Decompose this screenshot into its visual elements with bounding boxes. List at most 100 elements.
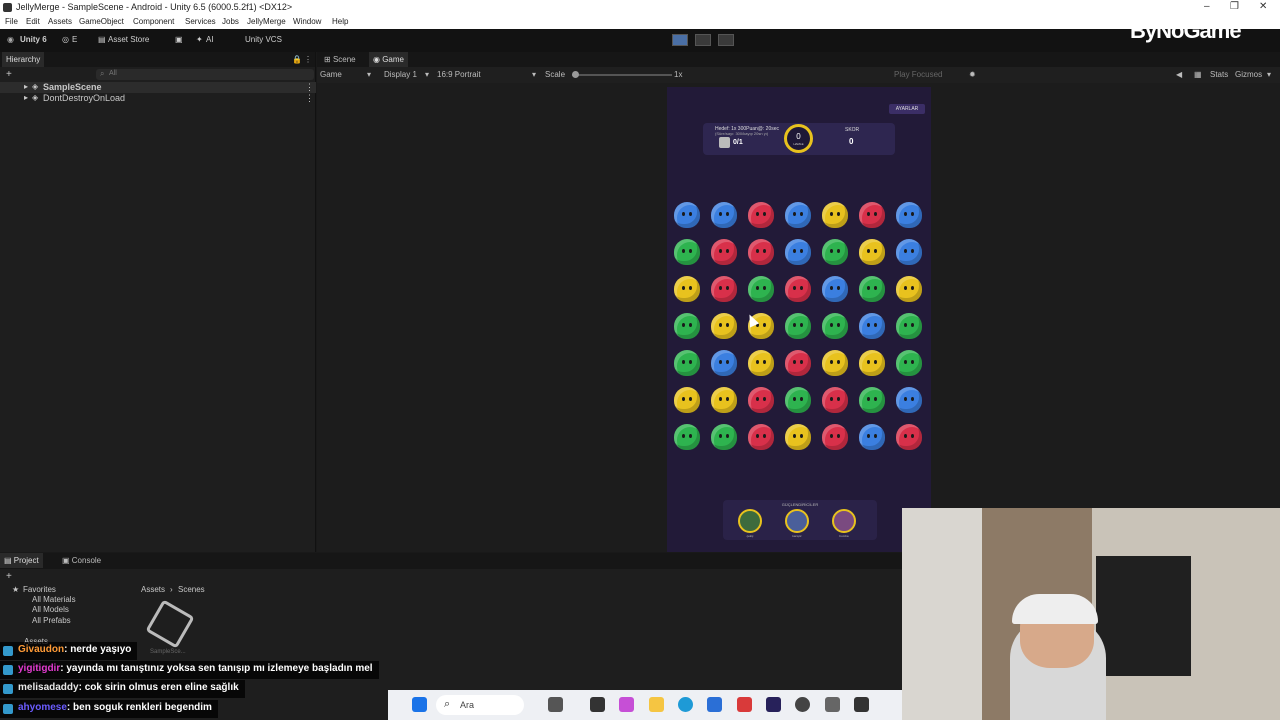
edit-dropdown[interactable]: E bbox=[72, 35, 77, 44]
ai-button[interactable]: AI bbox=[206, 35, 214, 44]
unity-taskbar-icon[interactable] bbox=[854, 697, 869, 712]
jelly-green[interactable] bbox=[822, 313, 848, 339]
jelly-green[interactable] bbox=[859, 276, 885, 302]
jelly-green[interactable] bbox=[711, 424, 737, 450]
step-button[interactable] bbox=[718, 34, 734, 46]
panel-menu-icon[interactable]: ⋮ bbox=[304, 55, 312, 64]
breadcrumb-assets[interactable]: Assets bbox=[141, 585, 165, 594]
play-button[interactable] bbox=[672, 34, 688, 46]
jelly-red[interactable] bbox=[748, 202, 774, 228]
menu-jellymerge[interactable]: JellyMerge bbox=[247, 17, 286, 26]
item-menu-icon[interactable]: ⋮ bbox=[305, 82, 314, 93]
jelly-blue[interactable] bbox=[674, 202, 700, 228]
item-menu-icon[interactable]: ⋮ bbox=[305, 93, 314, 104]
jelly-green[interactable] bbox=[674, 350, 700, 376]
account-icon[interactable]: ◉ bbox=[7, 35, 14, 44]
tab-game[interactable]: ◉ Game bbox=[369, 52, 408, 67]
tab-hierarchy[interactable]: Hierarchy bbox=[2, 52, 45, 67]
jelly-red[interactable] bbox=[748, 387, 774, 413]
jelly-blue[interactable] bbox=[711, 350, 737, 376]
jelly-yellow[interactable] bbox=[822, 202, 848, 228]
menu-assets[interactable]: Assets bbox=[48, 17, 72, 26]
jelly-blue[interactable] bbox=[711, 202, 737, 228]
menu-window[interactable]: Window bbox=[293, 17, 321, 26]
list-item[interactable]: ▸ ◈ DontDestroyOnLoad ⋮ bbox=[0, 93, 316, 104]
jelly-yellow[interactable] bbox=[896, 276, 922, 302]
add-icon[interactable]: + bbox=[6, 571, 12, 582]
scale-slider-handle[interactable] bbox=[572, 71, 579, 78]
sticker-icon[interactable] bbox=[548, 697, 563, 712]
settings-icon[interactable]: ✹ bbox=[969, 70, 976, 79]
jelly-yellow[interactable] bbox=[859, 350, 885, 376]
menu-edit[interactable]: Edit bbox=[26, 17, 40, 26]
edge-icon[interactable] bbox=[678, 697, 693, 712]
grid-icon[interactable]: ▦ bbox=[1194, 70, 1202, 79]
favorite-item[interactable]: All Models bbox=[32, 605, 69, 614]
steam-icon[interactable] bbox=[825, 697, 840, 712]
play-focused-dropdown[interactable]: Play Focused bbox=[894, 70, 942, 79]
jelly-blue[interactable] bbox=[785, 202, 811, 228]
layers-icon[interactable]: ▣ bbox=[175, 35, 183, 44]
list-item[interactable]: ▸ ◈ SampleScene ⋮ bbox=[0, 82, 316, 93]
jelly-green[interactable] bbox=[785, 313, 811, 339]
jelly-green[interactable] bbox=[896, 313, 922, 339]
jelly-yellow[interactable] bbox=[711, 387, 737, 413]
tab-project[interactable]: ▤ Project bbox=[0, 553, 43, 568]
store-icon[interactable] bbox=[707, 697, 722, 712]
file-explorer-icon[interactable] bbox=[649, 697, 664, 712]
taskbar-search-input[interactable]: ⌕ Ara bbox=[436, 695, 524, 715]
jelly-red[interactable] bbox=[785, 276, 811, 302]
jelly-yellow[interactable] bbox=[748, 350, 774, 376]
jelly-green[interactable] bbox=[674, 239, 700, 265]
tab-console[interactable]: ▣ Console bbox=[62, 556, 101, 565]
jelly-red[interactable] bbox=[748, 239, 774, 265]
tab-scene[interactable]: ⊞ Scene bbox=[324, 55, 356, 64]
menu-help[interactable]: Help bbox=[332, 17, 348, 26]
display-dropdown[interactable]: Display 1 bbox=[384, 70, 417, 79]
stats-button[interactable]: Stats bbox=[1210, 70, 1228, 79]
jelly-green[interactable] bbox=[748, 276, 774, 302]
menu-component[interactable]: Component bbox=[133, 17, 174, 26]
gizmos-button[interactable]: Gizmos bbox=[1235, 70, 1262, 79]
jelly-blue[interactable] bbox=[859, 424, 885, 450]
jelly-red[interactable] bbox=[785, 350, 811, 376]
account-button[interactable]: Unity 6 bbox=[20, 35, 47, 44]
breadcrumb-scenes[interactable]: Scenes bbox=[178, 585, 205, 594]
jelly-green[interactable] bbox=[896, 350, 922, 376]
bomb-booster-button[interactable] bbox=[832, 509, 856, 533]
settings-button[interactable]: AYARLAR bbox=[889, 104, 925, 114]
unity-vcs-button[interactable]: Unity VCS bbox=[245, 35, 282, 44]
copilot-icon[interactable] bbox=[619, 697, 634, 712]
jelly-yellow[interactable] bbox=[674, 387, 700, 413]
premiere-icon[interactable] bbox=[766, 697, 781, 712]
jelly-yellow[interactable] bbox=[785, 424, 811, 450]
edit-dropdown-icon[interactable]: ◎ bbox=[62, 35, 69, 44]
game-mode-dropdown[interactable]: Game bbox=[320, 70, 342, 79]
menu-gameobject[interactable]: GameObject bbox=[79, 17, 124, 26]
favorite-item[interactable]: All Materials bbox=[32, 595, 76, 604]
windows-start-icon[interactable] bbox=[412, 697, 427, 712]
jelly-blue[interactable] bbox=[896, 239, 922, 265]
favorite-item[interactable]: All Prefabs bbox=[32, 616, 71, 625]
shuffle-booster-button[interactable] bbox=[785, 509, 809, 533]
hierarchy-search-input[interactable]: ⌕ All bbox=[96, 69, 314, 80]
jelly-blue[interactable] bbox=[859, 313, 885, 339]
jelly-green[interactable] bbox=[785, 387, 811, 413]
jelly-red[interactable] bbox=[748, 424, 774, 450]
expand-icon[interactable]: ▸ bbox=[24, 82, 28, 91]
jelly-yellow[interactable] bbox=[859, 239, 885, 265]
scale-slider[interactable] bbox=[572, 71, 672, 78]
audio-icon[interactable]: ◀ bbox=[1176, 70, 1182, 79]
jelly-green[interactable] bbox=[859, 387, 885, 413]
obs-icon[interactable] bbox=[795, 697, 810, 712]
task-view-icon[interactable] bbox=[590, 697, 605, 712]
aspect-dropdown[interactable]: 16:9 Portrait bbox=[437, 70, 481, 79]
jelly-green[interactable] bbox=[674, 424, 700, 450]
jelly-red[interactable] bbox=[859, 202, 885, 228]
jelly-red[interactable] bbox=[822, 424, 848, 450]
jelly-red[interactable] bbox=[822, 387, 848, 413]
pause-button[interactable] bbox=[695, 34, 711, 46]
minimize-icon[interactable]: – bbox=[1204, 1, 1210, 12]
jelly-green[interactable] bbox=[822, 239, 848, 265]
jelly-yellow[interactable] bbox=[711, 313, 737, 339]
